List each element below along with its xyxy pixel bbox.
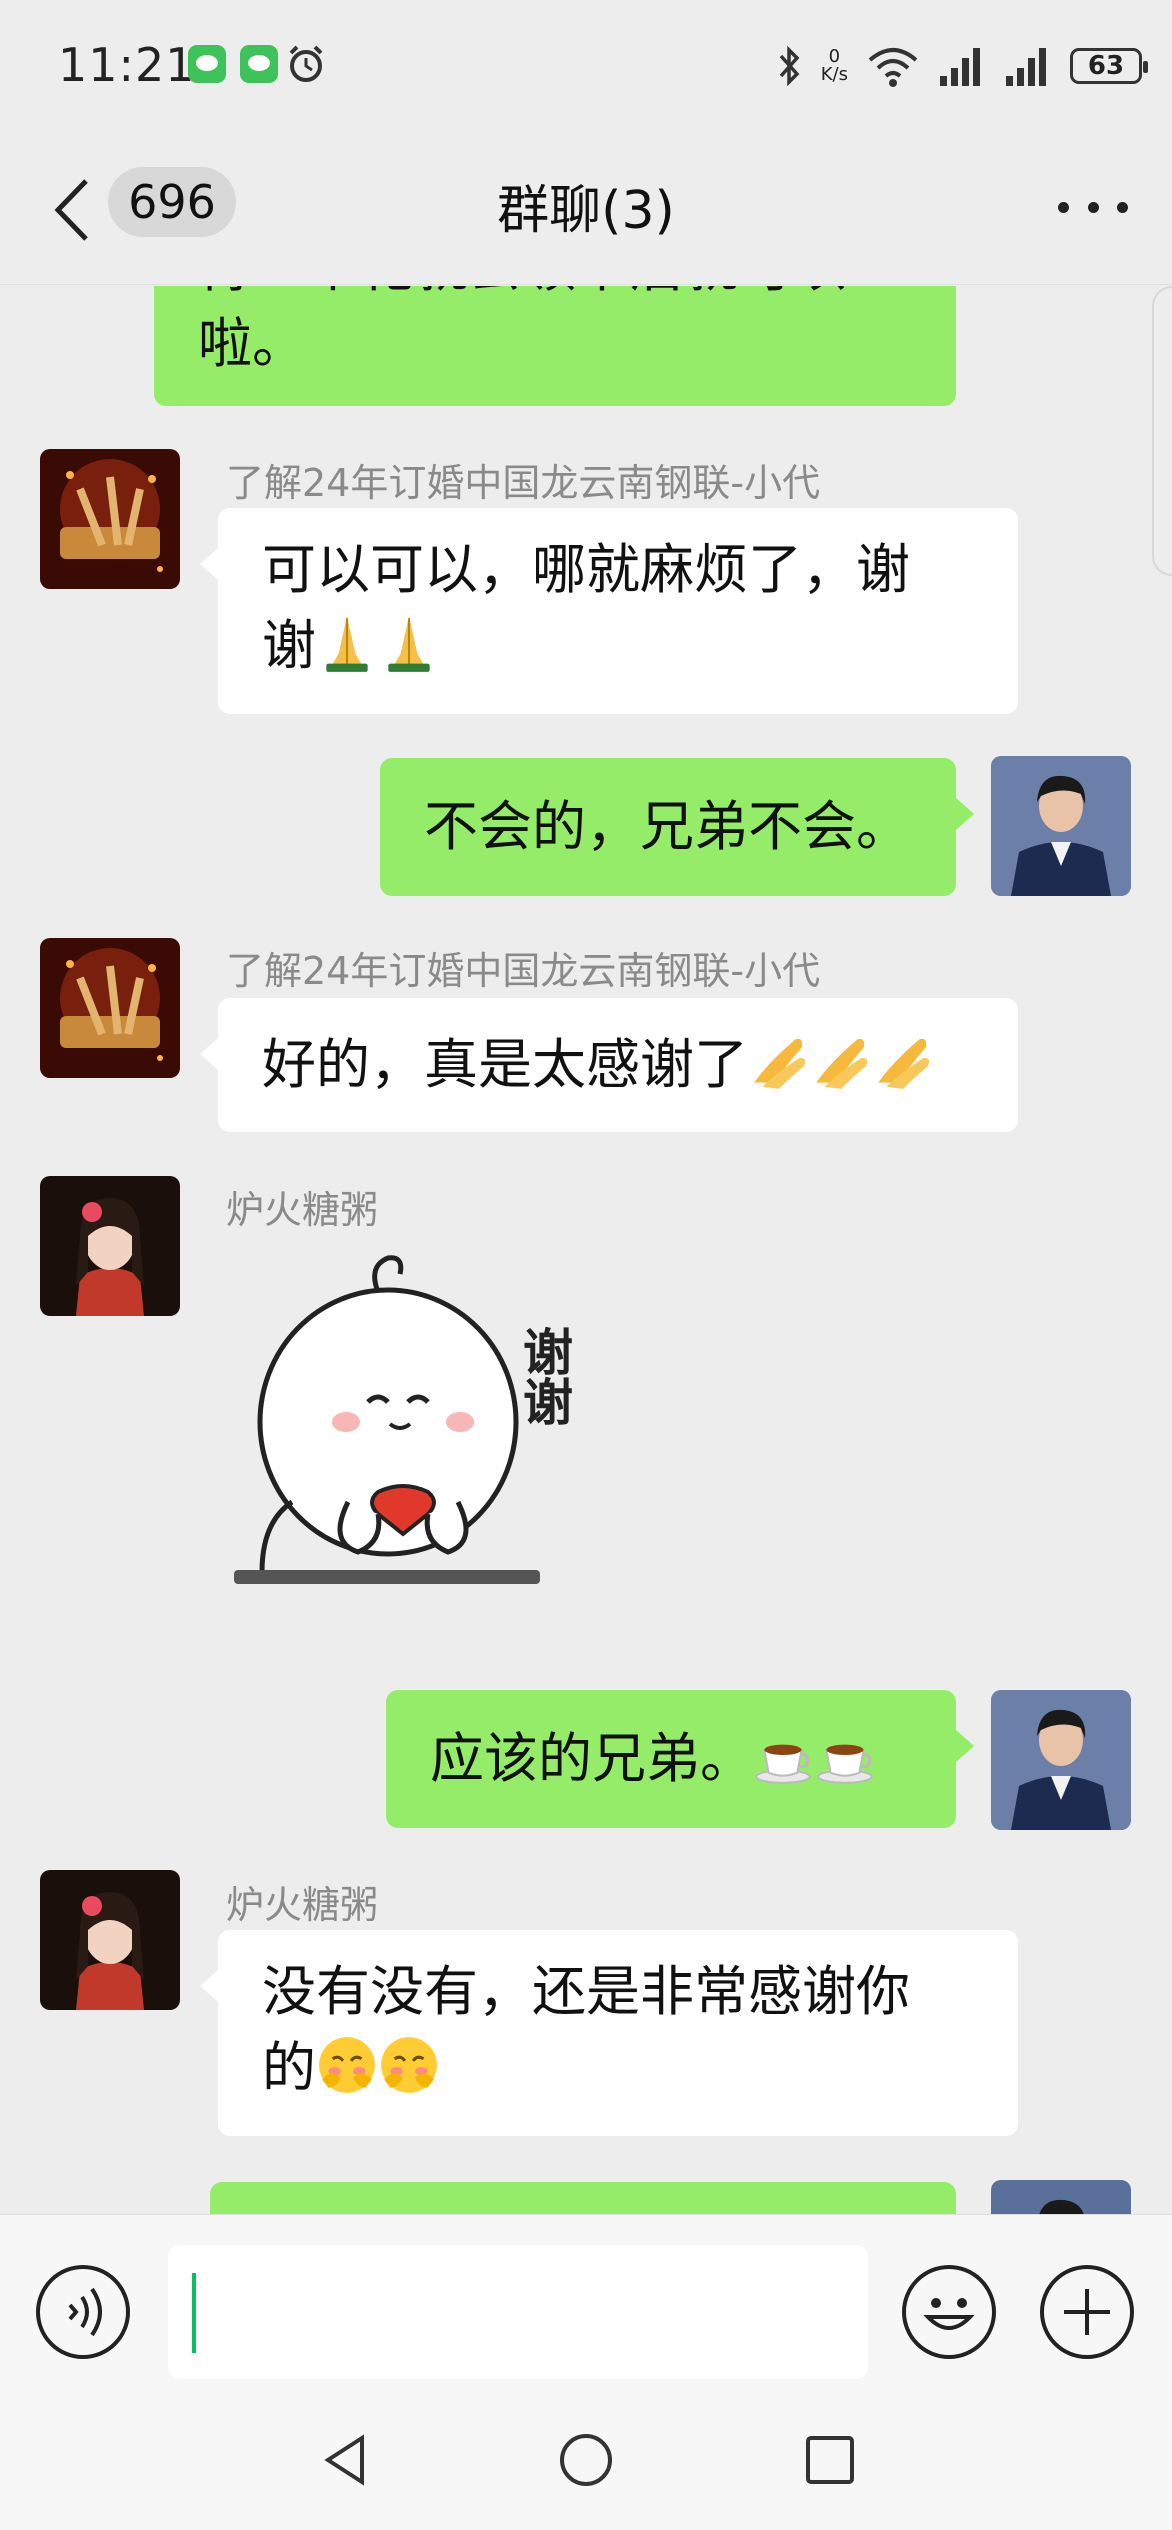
avatar[interactable] — [40, 449, 180, 589]
more-options-icon[interactable] — [1058, 187, 1128, 227]
message-bubble-other[interactable]: 好的，真是太感谢了 — [200, 998, 1018, 1132]
battery-indicator: 63 — [1070, 48, 1148, 84]
avatar-self[interactable] — [991, 1690, 1131, 1830]
scroll-handle[interactable] — [1152, 286, 1172, 576]
system-home-icon[interactable] — [556, 2430, 616, 2490]
chat-header: 696 群聊(3) — [0, 135, 1172, 285]
message-bubble-self[interactable]: 得一个花就去领下后就可以 啦。 — [154, 286, 956, 406]
signal-icon — [1006, 48, 1046, 86]
sender-name: 了解24年订婚中国龙云南钢联-小代 — [226, 949, 821, 993]
system-navigation-bar — [0, 2394, 1172, 2530]
thank-you-sticker[interactable]: 谢谢 — [228, 1252, 608, 1632]
message-text: 好的，真是太感谢了 — [262, 1033, 748, 1096]
message-bubble-self[interactable]: 应该的兄弟。 — [386, 1690, 974, 1828]
alarm-icon — [289, 45, 323, 82]
folded-hands-emoji-icon — [878, 1038, 930, 1089]
unread-count-badge[interactable]: 696 — [108, 167, 236, 237]
message-text: 不会的，兄弟不会。 — [424, 795, 910, 858]
wechat-notification-icon — [240, 45, 278, 83]
network-speed: 0 K/s — [820, 46, 848, 85]
voice-input-button[interactable] — [36, 2265, 130, 2359]
message-bubble-other[interactable]: 可以可以，哪就麻烦了，谢 谢 — [200, 508, 1018, 714]
message-text: 的 — [262, 2036, 316, 2099]
wechat-notification-icon — [188, 45, 226, 83]
message-text: 啦。 — [198, 312, 306, 375]
plus-icon — [1064, 2289, 1110, 2335]
coffee-cup-emoji-icon — [817, 1744, 873, 1784]
message-text: 没有没有，还是非常感谢你 — [262, 1960, 910, 2023]
folded-hands-emoji-icon — [816, 1038, 868, 1089]
message-bubble-other[interactable]: 没有没有，还是非常感谢你 的 — [200, 1930, 1018, 2136]
system-back-icon[interactable] — [316, 2430, 376, 2490]
message-text: 得一个花就去领下后就可以 — [198, 286, 912, 306]
system-recents-icon[interactable] — [800, 2430, 860, 2490]
bluetooth-icon — [779, 45, 800, 87]
folded-hands-emoji-icon — [326, 616, 368, 672]
avatar-self[interactable] — [991, 2180, 1131, 2214]
more-functions-button[interactable] — [1040, 2265, 1134, 2359]
sticker-text: 谢谢 — [515, 1326, 573, 1426]
folded-hands-emoji-icon — [754, 1038, 806, 1089]
avatar[interactable] — [40, 1176, 180, 1316]
shy-face-emoji-icon — [381, 2037, 437, 2093]
status-bar: 11:21 0 K/s 63 — [0, 0, 1172, 135]
avatar[interactable] — [40, 938, 180, 1078]
message-text: 应该的兄弟。 — [430, 1727, 754, 1790]
signal-icon — [940, 48, 980, 86]
shy-face-emoji-icon — [319, 2037, 375, 2093]
avatar[interactable] — [40, 1870, 180, 2010]
voice-icon — [68, 2287, 102, 2337]
smiley-icon — [923, 2298, 975, 2330]
sender-name: 了解24年订婚中国龙云南钢联-小代 — [226, 461, 821, 505]
chat-screen: 11:21 0 K/s 63 696 群聊(3) 啦。 了解24年订婚中国龙云南… — [0, 0, 1172, 2530]
wifi-icon — [868, 48, 918, 87]
folded-hands-emoji-icon — [388, 616, 430, 672]
emoji-button[interactable] — [902, 2265, 996, 2359]
message-bubble-self-partial[interactable] — [210, 2182, 956, 2214]
message-text: 可以可以，哪就麻烦了，谢 — [262, 538, 910, 601]
message-text: 谢 — [262, 614, 316, 677]
back-arrow-icon[interactable] — [48, 175, 98, 245]
coffee-cup-emoji-icon — [755, 1744, 811, 1784]
status-time: 11:21 — [58, 38, 196, 92]
message-bubble-self[interactable]: 不会的，兄弟不会。 — [380, 758, 974, 896]
text-caret — [192, 2273, 196, 2353]
message-list[interactable]: 得一个花就去领下后就可以 啦。 了解24年订婚中国龙云南钢联-小代 可以可以，哪… — [0, 286, 1172, 2214]
input-bar — [0, 2214, 1172, 2394]
sender-name: 炉火糖粥 — [226, 1188, 379, 1232]
message-input[interactable] — [168, 2245, 868, 2379]
sender-name: 炉火糖粥 — [226, 1883, 379, 1927]
avatar-self[interactable] — [991, 756, 1131, 896]
